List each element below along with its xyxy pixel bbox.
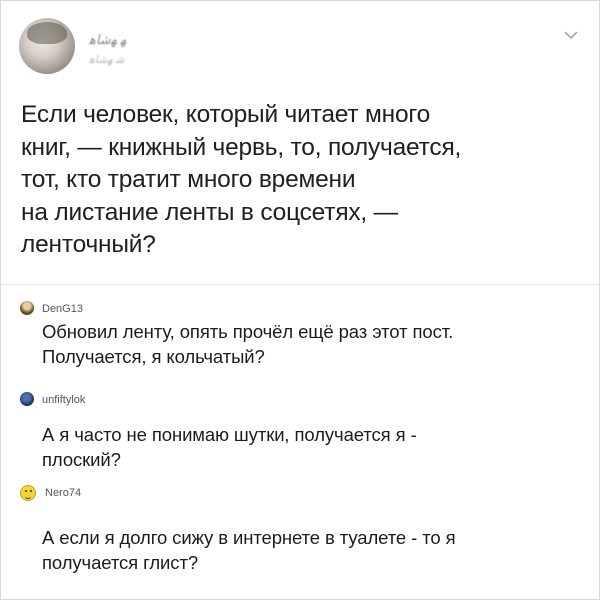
comment-text-line: получается глист? [42,552,199,573]
post-text-line: тот, кто тратит много времени [21,166,356,193]
comment-username[interactable]: Nero74 [45,487,81,499]
author-handle: ﺷ ﻬﺷﺎﻫ [89,54,125,66]
post-text-line: на листание ленты в соцсетях, — [21,198,398,226]
smiley-face-icon[interactable] [20,485,36,501]
author-name[interactable]: ﻬ ﻬﺷﺎﻫ [89,32,126,48]
comment-text-line: А если я долго сижу в интернете в туалет… [42,527,456,548]
comment-text: А я часто не понимаю шутки, получается я… [42,422,587,472]
post-text: Если человек, который читает много книг,… [21,99,581,262]
post-text-line: книг, — книжный червь, то, получается, [21,133,462,161]
user-avatar-icon[interactable] [20,301,34,315]
comment-text-line: А я часто не понимаю шутки, получается я… [42,424,417,445]
comment-text-line: Получается, я кольчатый? [42,346,265,367]
user-avatar-icon[interactable] [20,392,34,406]
smiley-eye [25,490,27,492]
post-text-line: Если человек, который читает много [21,101,431,128]
comment-text: А если я долго сижу в интернете в туалет… [42,525,587,575]
avatar-hair-shape [27,22,67,44]
smiley-eye [30,490,32,492]
smiley-mouth [25,495,31,499]
comment-text-line: Обновил ленту, опять прочёл ещё раз этот… [42,321,454,342]
comment-text: Обновил ленту, опять прочёл ещё раз этот… [42,319,587,369]
divider [1,284,599,285]
author-avatar[interactable] [19,18,75,74]
chevron-down-icon[interactable] [563,29,579,41]
screenshot-frame: ﻬ ﻬﺷﺎﻫ ﺷ ﻬﺷﺎﻫ Если человек, который чита… [0,0,600,600]
post-text-line: ленточный? [21,231,156,258]
comment-username[interactable]: unfiftylok [42,394,85,406]
comment-text-line: плоский? [42,449,121,470]
comment-username[interactable]: DenG13 [42,303,83,315]
